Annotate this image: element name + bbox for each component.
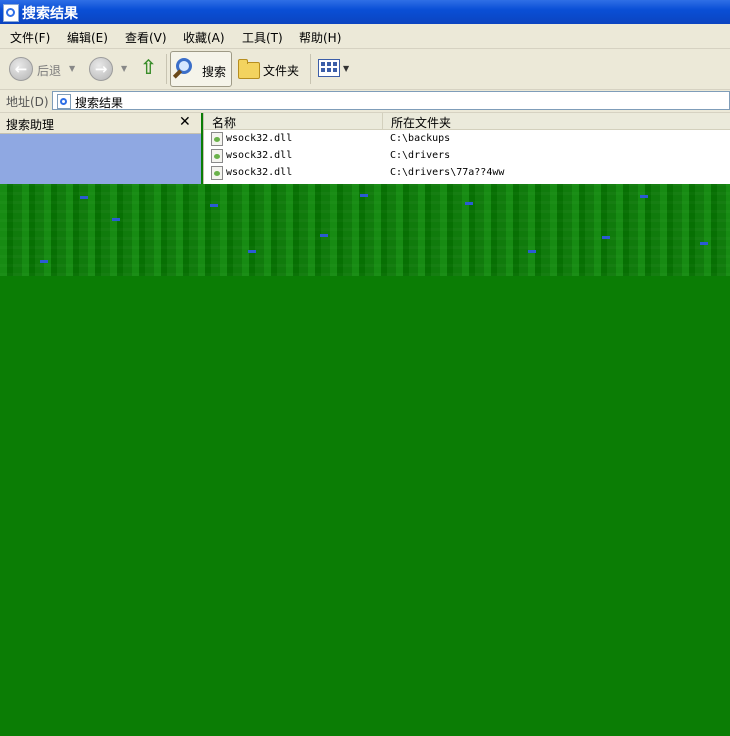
column-header-folder-label: 所在文件夹 [391, 116, 452, 130]
file-name: wsock32.dll [226, 150, 293, 161]
toolbar: ← 后退 ▼ → ▼ ⇧ 搜索 文件夹 ▼ [0, 49, 730, 90]
glitch-blip [700, 242, 708, 245]
results-list: 名称 所在文件夹 wsock32.dll C:\backups wsock32.… [203, 113, 730, 186]
glitch-blip [602, 236, 610, 239]
forward-arrow-icon[interactable]: → [89, 57, 113, 81]
dll-file-icon [211, 132, 223, 146]
glitch-blip [40, 260, 48, 263]
toolbar-separator [310, 54, 311, 84]
folder-up-icon[interactable]: ⇧ [140, 55, 157, 79]
file-folder: C:\drivers [390, 150, 451, 161]
glitch-noise-band [0, 184, 730, 276]
glitch-blip [210, 204, 218, 207]
magnifier-handle [172, 69, 183, 79]
file-name: wsock32.dll [226, 167, 293, 178]
menu-favorites[interactable]: 收藏(A) [183, 29, 225, 46]
column-header-name[interactable]: 名称 [204, 113, 383, 130]
search-results-window-icon [3, 4, 19, 22]
table-row[interactable]: wsock32.dll C:\drivers [204, 148, 730, 165]
back-arrow-icon[interactable]: ← [9, 57, 33, 81]
back-button-label[interactable]: 后退 [37, 62, 61, 79]
toolbar-separator [166, 54, 167, 84]
search-pane-body [0, 134, 201, 186]
menu-help[interactable]: 帮助(H) [299, 29, 341, 46]
glitch-blip [360, 194, 368, 197]
search-pane-header: 搜索助理 ✕ [0, 113, 201, 134]
window-title: 搜索结果 [22, 6, 78, 22]
address-bar: 地址(D) 搜索结果 [0, 90, 730, 113]
close-icon[interactable]: ✕ [179, 114, 191, 130]
glitch-blip [80, 196, 88, 199]
menu-file[interactable]: 文件(F) [10, 29, 50, 46]
address-label: 地址(D) [6, 95, 49, 109]
menu-tools[interactable]: 工具(T) [242, 29, 283, 46]
file-folder: C:\drivers\77a??4ww [390, 167, 505, 178]
file-folder: C:\backups [390, 133, 451, 144]
menu-view[interactable]: 查看(V) [125, 29, 167, 46]
back-dropdown-icon[interactable]: ▼ [69, 64, 75, 73]
dll-file-icon [211, 166, 223, 180]
search-button-label: 搜索 [202, 65, 227, 79]
menu-bar: 文件(F) 编辑(E) 查看(V) 收藏(A) 工具(T) 帮助(H) [0, 24, 730, 49]
views-dropdown-icon[interactable]: ▼ [343, 64, 349, 73]
address-value: 搜索结果 [75, 96, 124, 110]
search-button[interactable]: 搜索 [170, 51, 232, 87]
views-icon[interactable] [318, 59, 340, 77]
glitch-blip [320, 234, 328, 237]
column-header-folder[interactable]: 所在文件夹 [383, 113, 730, 130]
column-header-name-label: 名称 [212, 116, 237, 130]
address-input[interactable]: 搜索结果 [52, 91, 730, 110]
title-bar: 搜索结果 [0, 0, 730, 24]
glitch-blip [465, 202, 473, 205]
file-name: wsock32.dll [226, 133, 293, 144]
folders-icon[interactable] [238, 59, 260, 79]
glitch-blip [112, 218, 120, 221]
glitch-blip [640, 195, 648, 198]
folders-button-label[interactable]: 文件夹 [263, 62, 299, 79]
screen-glitch-area [0, 184, 730, 736]
search-pane-title: 搜索助理 [6, 118, 55, 132]
glitch-blip [528, 250, 536, 253]
menu-edit[interactable]: 编辑(E) [67, 29, 108, 46]
search-results-address-icon [57, 94, 71, 109]
glitch-blip [248, 250, 256, 253]
dll-file-icon [211, 149, 223, 163]
forward-dropdown-icon[interactable]: ▼ [121, 64, 127, 73]
table-row[interactable]: wsock32.dll C:\drivers\77a??4ww [204, 165, 730, 182]
table-row[interactable]: wsock32.dll C:\backups [204, 131, 730, 148]
